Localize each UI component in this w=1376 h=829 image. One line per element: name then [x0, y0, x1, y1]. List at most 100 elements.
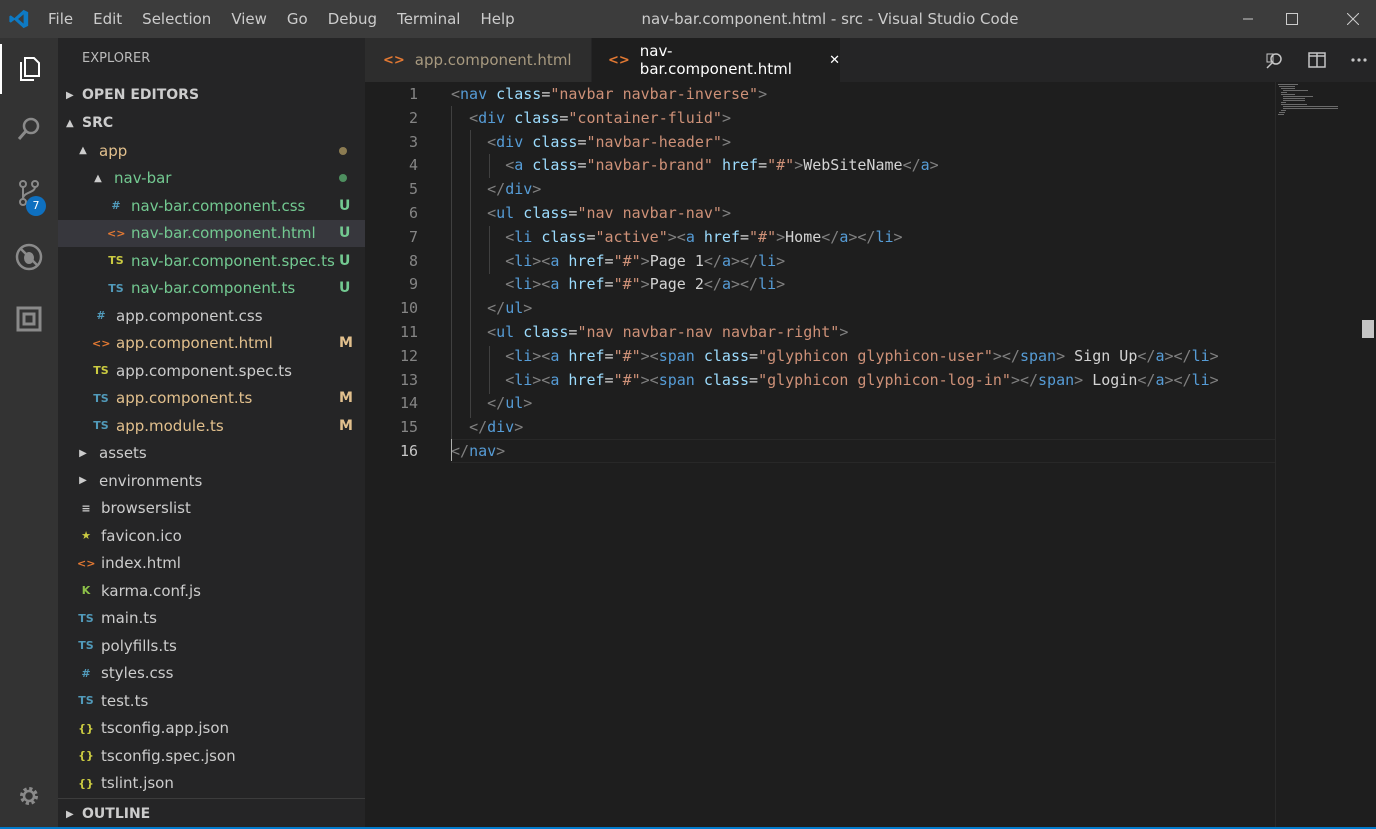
code-token: class [703, 370, 750, 389]
open-changes-button[interactable] [1265, 50, 1285, 70]
tree-item[interactable]: # app.component.css [58, 302, 365, 329]
search-icon [17, 117, 40, 140]
minimap[interactable] [1275, 82, 1376, 827]
menu-debug[interactable]: Debug [318, 10, 387, 28]
scrollbar-thumb[interactable] [1362, 320, 1374, 338]
git-status-badge: M [339, 417, 353, 434]
code-token: nav [460, 85, 488, 103]
tree-item[interactable]: <> index.html [58, 550, 365, 577]
file-type-icon: {} [78, 776, 94, 790]
maximize-button[interactable] [1270, 0, 1314, 38]
code-token: "active" [595, 227, 668, 246]
tree-item[interactable]: TS main.ts [58, 605, 365, 632]
settings-activity[interactable] [0, 771, 58, 821]
tree-item-label: nav-bar.component.css [131, 196, 306, 215]
code-token: </ [451, 442, 470, 460]
code-token: "container-fluid" [568, 108, 722, 127]
tree-item[interactable]: ★ favicon.ico [58, 522, 365, 549]
tree-item[interactable]: TS polyfills.ts [58, 632, 365, 659]
tree-item[interactable]: TS app.component.ts M [58, 385, 365, 412]
menu-terminal[interactable]: Terminal [387, 10, 470, 28]
file-type-icon: K [81, 584, 91, 597]
code-token: ></ [730, 251, 759, 270]
code-token: div [505, 180, 533, 199]
src-section[interactable]: ▲ SRC [58, 109, 365, 137]
file-type-icon: TS [78, 639, 94, 652]
menu-help[interactable]: Help [470, 10, 524, 28]
menu-go[interactable]: Go [277, 10, 318, 28]
code-token: > [523, 299, 533, 318]
outline-section[interactable]: ▶ OUTLINE [58, 800, 365, 828]
code-token: > [776, 251, 786, 270]
debug-activity[interactable] [0, 232, 58, 282]
code-token: >< [640, 346, 659, 365]
open-editors-section[interactable]: ▶ OPEN EDITORS [58, 81, 365, 109]
tree-item[interactable]: TS nav-bar.component.spec.ts U [58, 247, 365, 274]
tree-item[interactable]: {} tslint.json [58, 770, 365, 797]
code-token: > [640, 251, 650, 270]
explorer-activity[interactable] [0, 44, 58, 94]
code-editor[interactable]: 1 <nav class="navbar navbar-inverse"> 2 <d… [365, 82, 1376, 827]
code-token: "#" [613, 370, 641, 389]
tree-item-label: environments [99, 471, 203, 490]
minimize-icon [1243, 18, 1253, 20]
tree-item[interactable]: {} tsconfig.app.json [58, 715, 365, 742]
code-token: nav [469, 442, 497, 460]
extensions-activity[interactable] [0, 294, 58, 344]
tree-item[interactable]: ▲ app [58, 137, 365, 164]
explorer-title: EXPLORER [82, 51, 151, 66]
code-line: </div> [451, 179, 541, 203]
code-token: >< [640, 370, 659, 389]
tree-item[interactable]: ▶ assets [58, 440, 365, 467]
close-window-button[interactable] [1331, 0, 1375, 38]
tree-item[interactable]: <> app.component.html M [58, 330, 365, 357]
code-line: <ul class="nav navbar-nav"> [451, 203, 731, 227]
code-token: < [505, 346, 515, 365]
tree-item[interactable]: ≡ browserslist [58, 495, 365, 522]
more-actions-button[interactable] [1349, 50, 1369, 70]
code-line: </div> [451, 417, 523, 441]
tree-item[interactable]: ▲ nav-bar [58, 165, 365, 192]
split-editor-icon [1308, 52, 1326, 68]
line-number: 13 [399, 370, 418, 389]
code-token: class [496, 85, 542, 103]
menu-view[interactable]: View [221, 10, 277, 28]
tree-item[interactable]: Kkarma.conf.js [58, 577, 365, 604]
minimize-button[interactable] [1226, 0, 1270, 38]
tree-item[interactable]: # styles.css [58, 660, 365, 687]
tree-item[interactable]: TS test.ts [58, 687, 365, 714]
line-number: 8 [408, 251, 418, 270]
menu-file[interactable]: File [38, 10, 83, 28]
tree-item[interactable]: ▶ environments [58, 467, 365, 494]
tree-item-label: main.ts [101, 609, 157, 627]
code-token: </ [469, 418, 488, 437]
tab-app-component-html[interactable]: <> app.component.html [365, 38, 591, 82]
code-token: > [893, 227, 903, 246]
close-icon [1347, 13, 1359, 25]
code-token: "nav navbar-nav navbar-right" [577, 323, 840, 341]
tree-item[interactable]: <> nav-bar.component.html U [58, 219, 365, 247]
menu-selection[interactable]: Selection [132, 10, 221, 28]
line-number: 12 [399, 346, 418, 365]
tree-item[interactable]: # nav-bar.component.css U [58, 192, 365, 219]
split-editor-button[interactable] [1307, 50, 1327, 70]
code-token: > [1056, 346, 1066, 365]
search-activity[interactable] [0, 104, 58, 154]
tab-nav-bar-component-html[interactable]: <> nav-bar.component.html ✕ [592, 38, 840, 82]
code-token: >< [532, 370, 551, 389]
tree-item[interactable]: TS nav-bar.component.ts U [58, 275, 365, 302]
chevron-down-icon: ▲ [79, 145, 87, 156]
tree-item[interactable]: TS app.module.ts M [58, 412, 365, 439]
close-tab-icon[interactable]: ✕ [829, 53, 840, 68]
tree-item[interactable]: {} tsconfig.spec.json [58, 742, 365, 769]
git-status-dot [339, 143, 365, 159]
tree-item[interactable]: TS app.component.spec.ts [58, 357, 365, 384]
code-line: <li><a href="#">Page 2</a></li> [451, 274, 785, 298]
menu-edit[interactable]: Edit [83, 10, 132, 28]
code-line: <li><a href="#"><span class="glyphicon g… [451, 370, 1218, 394]
html-file-icon: <> [383, 52, 405, 68]
